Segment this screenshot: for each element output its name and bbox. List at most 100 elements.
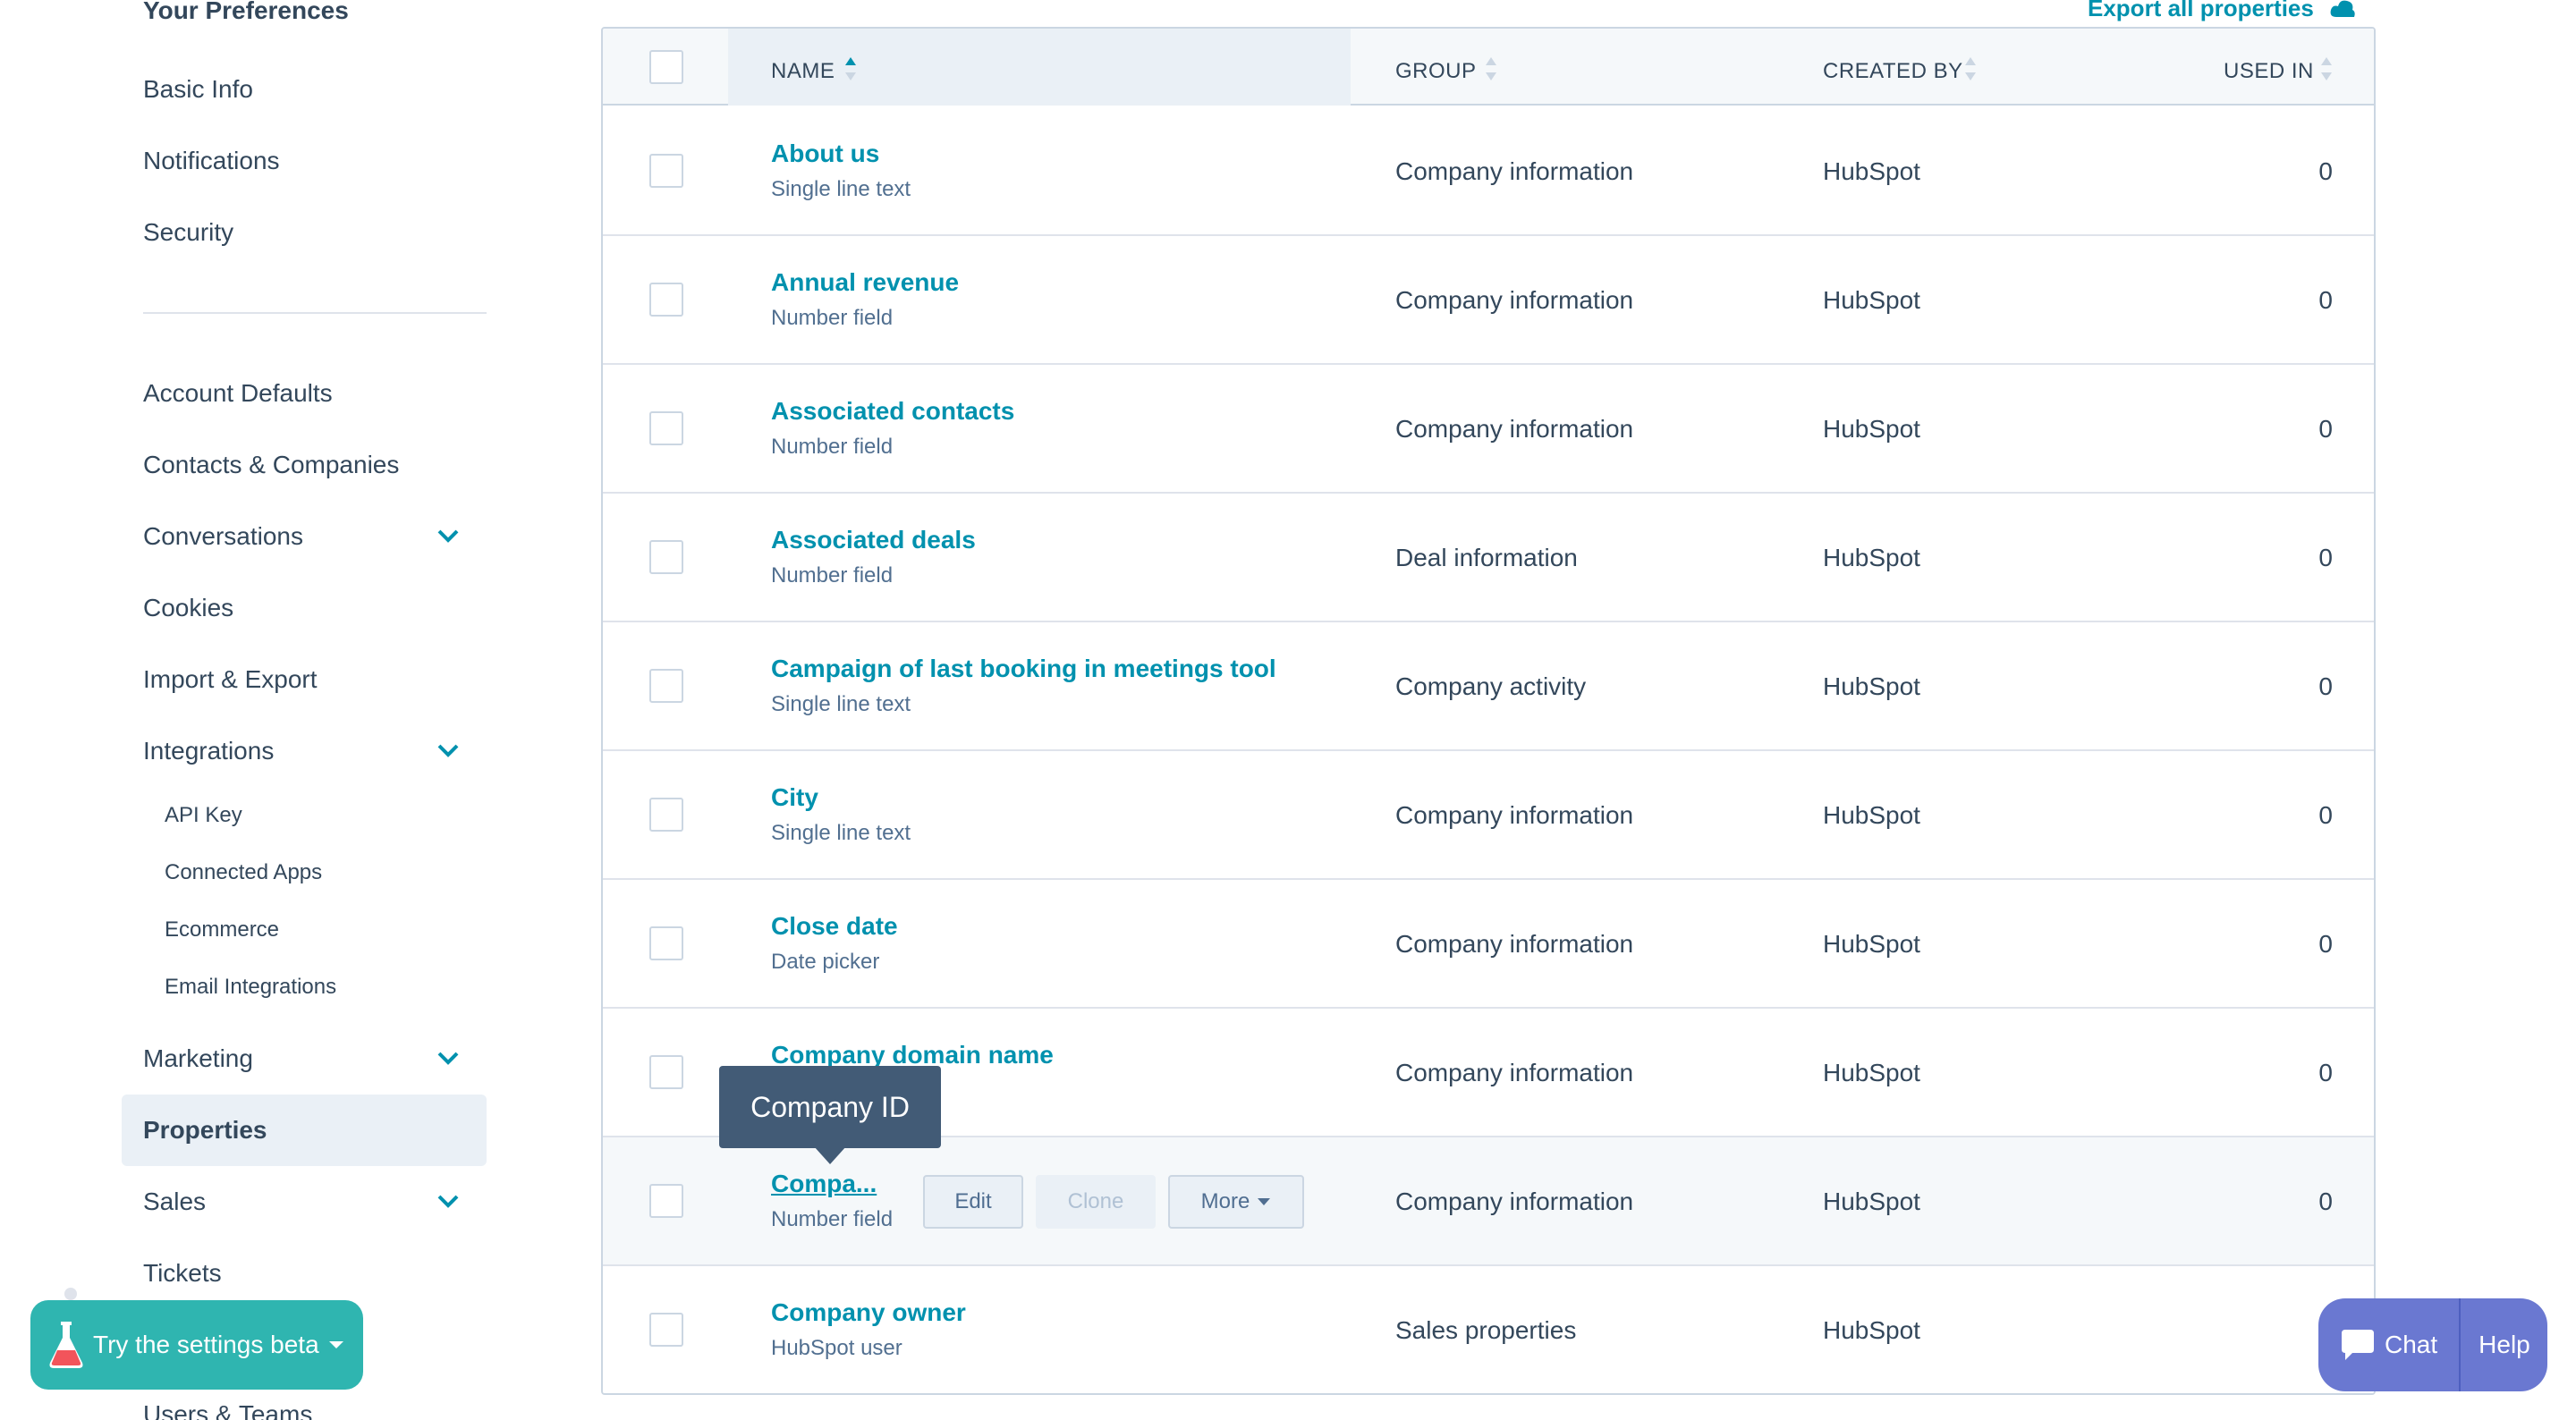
table-row: City Single line text Company informatio… [603,751,2374,880]
property-created-by: HubSpot [1823,801,1920,829]
row-checkbox[interactable] [649,1055,683,1089]
flask-icon [49,1322,83,1368]
sidebar-subitem-connected-apps[interactable]: Connected Apps [165,860,322,885]
sidebar-item-import-export[interactable]: Import & Export [143,665,318,694]
sidebar-item-conversations[interactable]: Conversations [143,522,303,551]
row-checkbox[interactable] [649,540,683,574]
chevron-down-icon[interactable] [436,1193,460,1209]
property-created-by: HubSpot [1823,157,1920,185]
property-created-by: HubSpot [1823,672,1920,700]
sidebar-item-notifications[interactable]: Notifications [143,147,280,175]
sidebar-subitem-email-integrations[interactable]: Email Integrations [165,975,336,1000]
more-dropdown-button[interactable]: More [1168,1175,1304,1229]
select-all-checkbox[interactable] [649,50,683,84]
sidebar-subitem-api-key[interactable]: API Key [165,803,242,828]
property-used-in: 0 [2318,286,2333,314]
property-type: Single line text [771,692,911,716]
row-checkbox[interactable] [649,283,683,317]
chat-help-widget: Chat Help [2318,1298,2547,1391]
property-name-link[interactable]: Annual revenue [771,268,959,297]
table-row: Campaign of last booking in meetings too… [603,622,2374,751]
sidebar-item-integrations[interactable]: Integrations [143,737,274,765]
row-checkbox[interactable] [649,1184,683,1218]
table-row: Close date Date picker Company informati… [603,880,2374,1009]
try-settings-beta-button[interactable]: Try the settings beta [30,1300,363,1390]
chevron-down-icon[interactable] [436,742,460,758]
sidebar-item-cookies[interactable]: Cookies [143,594,233,622]
cloud-download-icon [2330,0,2355,18]
property-group: Company information [1395,415,1634,443]
column-header-group[interactable]: GROUP [1395,59,1477,84]
property-used-in: 0 [2318,930,2333,958]
property-used-in: 0 [2318,801,2333,829]
row-checkbox[interactable] [649,154,683,188]
row-checkbox[interactable] [649,669,683,703]
sidebar-item-sales[interactable]: Sales [143,1188,206,1216]
table-row: About us Single line text Company inform… [603,107,2374,236]
sidebar-divider [143,312,487,314]
beta-indicator-dot [64,1288,77,1300]
property-name-link[interactable]: Associated contacts [771,397,1014,426]
caret-down-icon [1258,1198,1271,1205]
property-used-in: 0 [2318,415,2333,443]
row-checkbox[interactable] [649,926,683,960]
property-name-link[interactable]: About us [771,139,879,168]
property-used-in: 0 [2318,157,2333,185]
property-name-link[interactable]: Company owner [771,1298,966,1327]
column-header-used-in[interactable]: USED IN [2224,59,2314,84]
properties-table: NAME GROUP CREATED BY USED IN About us S… [601,27,2376,1395]
property-name-link[interactable]: City [771,783,818,812]
row-checkbox[interactable] [649,411,683,445]
sort-icon[interactable] [1485,55,1497,82]
property-created-by: HubSpot [1823,415,1920,443]
property-created-by: HubSpot [1823,930,1920,958]
property-group: Company information [1395,157,1634,185]
sidebar-item-tickets[interactable]: Tickets [143,1259,222,1288]
property-name-link[interactable]: Compa... [771,1170,884,1198]
export-all-properties-link[interactable]: Export all properties [2088,0,2356,22]
tooltip-arrow [814,1146,846,1164]
property-type: Number field [771,435,894,459]
sidebar-item-contacts-companies[interactable]: Contacts & Companies [143,451,399,479]
chat-bubble-icon [2342,1330,2374,1360]
property-name-link[interactable]: Associated deals [771,526,976,554]
clone-button[interactable]: Clone [1036,1175,1156,1229]
row-checkbox[interactable] [649,1313,683,1347]
row-checkbox[interactable] [649,798,683,832]
property-type: Single line text [771,177,911,201]
property-type: Number field [771,1207,893,1231]
property-created-by: HubSpot [1823,286,1920,314]
property-group: Company information [1395,1059,1634,1086]
property-type: Number field [771,306,894,330]
sidebar-item-account-defaults[interactable]: Account Defaults [143,379,333,408]
property-name-link[interactable]: Campaign of last booking in meetings too… [771,655,1276,683]
sidebar-item-basic-info[interactable]: Basic Info [143,75,253,104]
sort-ascending-icon[interactable] [844,55,857,82]
property-name-link[interactable]: Close date [771,912,898,941]
chevron-down-icon[interactable] [436,528,460,544]
property-group: Company information [1395,286,1634,314]
column-header-name[interactable]: NAME [771,59,835,84]
sidebar-item-security[interactable]: Security [143,218,233,247]
property-group: Company information [1395,1188,1634,1215]
sort-icon[interactable] [2320,55,2333,82]
property-group: Company information [1395,930,1634,958]
edit-button[interactable]: Edit [923,1175,1023,1229]
sidebar-item-properties[interactable]: Properties [143,1116,267,1145]
table-row: Associated contacts Number field Company… [603,365,2374,494]
table-row: Associated deals Number field Deal infor… [603,494,2374,622]
chevron-down-icon[interactable] [436,1050,460,1066]
help-button[interactable]: Help [2461,1331,2530,1359]
table-row: Company owner HubSpot user Sales propert… [603,1266,2374,1393]
settings-sidebar: Your Preferences Basic Info Notification… [0,0,519,1420]
sidebar-subitem-ecommerce[interactable]: Ecommerce [165,917,279,942]
property-used-in: 0 [2318,1188,2333,1215]
caret-down-icon [328,1341,343,1348]
chat-button[interactable]: Chat [2318,1298,2437,1391]
sidebar-item-marketing[interactable]: Marketing [143,1044,253,1073]
property-used-in: 0 [2318,1059,2333,1086]
column-header-created-by[interactable]: CREATED BY [1823,59,1963,84]
property-created-by: HubSpot [1823,1059,1920,1086]
sidebar-item-users-teams[interactable]: Users & Teams [143,1400,312,1420]
sort-icon[interactable] [1964,55,1977,82]
